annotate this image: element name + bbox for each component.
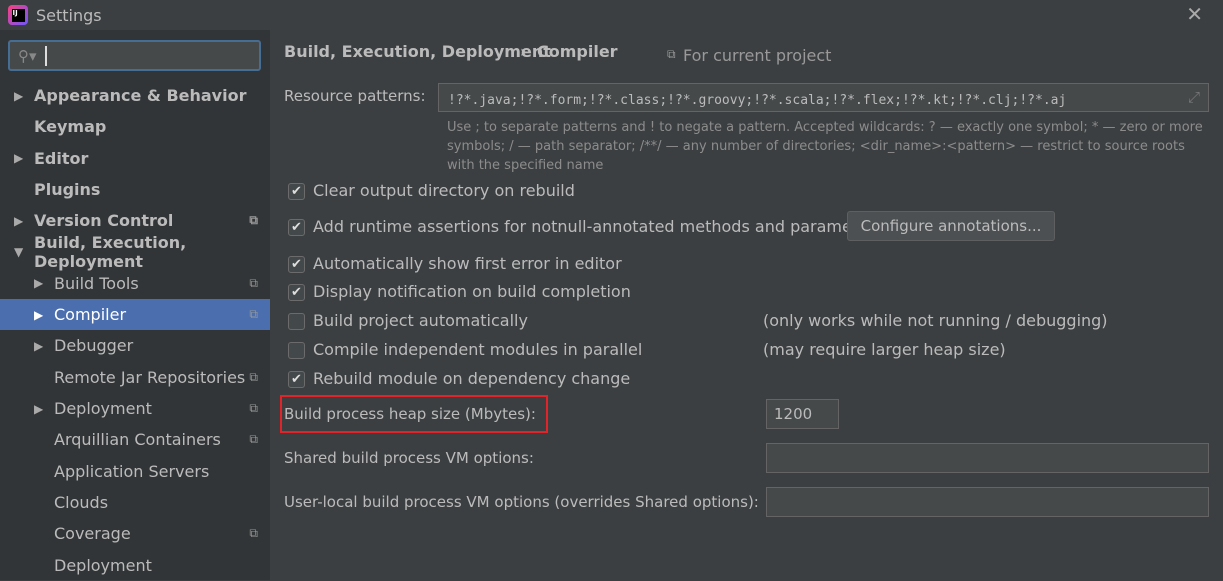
chevron-right-icon[interactable]: ▶: [34, 339, 43, 353]
chevron-down-icon[interactable]: ▼: [14, 245, 23, 259]
chevron-right-icon[interactable]: ▶: [34, 308, 43, 322]
sidebar-item-label: Debugger: [54, 336, 134, 356]
checkbox[interactable]: [288, 313, 305, 330]
sidebar-item[interactable]: Application Servers: [0, 456, 270, 487]
project-scope-icon: ⧉: [249, 432, 258, 447]
sidebar-item-label: Clouds: [54, 492, 109, 512]
resource-patterns-value: !?*.java;!?*.form;!?*.class;!?*.groovy;!…: [448, 93, 1067, 108]
sidebar-item-label: Application Servers: [54, 461, 210, 481]
option-label[interactable]: Add runtime assertions for notnull-annot…: [313, 217, 883, 236]
project-scope-icon: ⧉: [249, 307, 258, 322]
user-vm-input[interactable]: [766, 487, 1209, 517]
resource-patterns-label: Resource patterns:: [284, 87, 426, 105]
chevron-right-icon[interactable]: ▶: [14, 89, 23, 103]
search-input[interactable]: ⚲▾: [8, 40, 261, 71]
chevron-right-icon[interactable]: ▶: [34, 276, 43, 290]
breadcrumb-separator: ›: [520, 42, 527, 61]
sidebar-item-label: Plugins: [34, 179, 101, 199]
sidebar-item[interactable]: ▶ Deployment ⧉: [0, 393, 270, 424]
option-label[interactable]: Display notification on build completion: [313, 282, 631, 301]
intellij-logo-icon: IJ: [8, 5, 28, 25]
sidebar-item[interactable]: Arquillian Containers ⧉: [0, 424, 270, 455]
sidebar-item[interactable]: ▶ Build Tools ⧉: [0, 268, 270, 299]
sidebar-item-label: Arquillian Containers: [54, 430, 221, 450]
checkbox[interactable]: [288, 342, 305, 359]
heap-size-label: Build process heap size (Mbytes):: [284, 405, 536, 423]
sidebar-item-label: Compiler: [54, 305, 127, 325]
checkbox-checked[interactable]: ✔: [288, 183, 305, 200]
project-scope-icon: ⧉: [667, 47, 676, 61]
search-icon: ⚲▾: [18, 46, 37, 65]
sidebar-item[interactable]: Remote Jar Repositories ⧉: [0, 362, 270, 393]
option-label[interactable]: Clear output directory on rebuild: [313, 181, 575, 200]
sidebar-item-label: Deployment: [54, 555, 152, 575]
resource-patterns-input[interactable]: !?*.java;!?*.form;!?*.class;!?*.groovy;!…: [438, 83, 1209, 112]
sidebar-item-label: Version Control: [34, 211, 174, 231]
breadcrumb-parent[interactable]: Build, Execution, Deployment: [284, 42, 551, 61]
sidebar-item[interactable]: ▶ Appearance & Behavior: [0, 80, 270, 111]
chevron-right-icon[interactable]: ▶: [14, 151, 23, 165]
sidebar-item-label: Keymap: [34, 117, 107, 137]
option-label[interactable]: Build project automatically: [313, 311, 528, 330]
option-label[interactable]: Compile independent modules in parallel: [313, 340, 642, 359]
project-scope-icon: ⧉: [249, 401, 258, 415]
project-scope-icon: ⧉: [249, 369, 258, 384]
option-note: (only works while not running / debuggin…: [763, 311, 1108, 330]
user-vm-label: User-local build process VM options (ove…: [284, 493, 759, 511]
window-title: Settings: [36, 5, 102, 25]
sidebar-item-label: Coverage: [54, 524, 131, 544]
sidebar-item[interactable]: ▶ Compiler ⧉: [0, 299, 270, 331]
chevron-right-icon[interactable]: ▶: [14, 214, 23, 228]
sidebar-item-label: Build Tools: [54, 273, 139, 293]
sidebar-item[interactable]: ▼ Build, Execution, Deployment: [0, 233, 270, 271]
sidebar-item-label: Remote Jar Repositories: [54, 367, 246, 387]
sidebar: ⚲▾ ▶ Appearance & Behavior Keymap ▶ Editor Pl…: [0, 30, 270, 580]
project-scope-icon: ⧉: [249, 526, 258, 541]
sidebar-item[interactable]: Keymap: [0, 111, 270, 142]
sidebar-item-label: Deployment: [54, 399, 152, 418]
expand-icon[interactable]: ⤢: [1188, 88, 1200, 106]
option-label[interactable]: Rebuild module on dependency change: [313, 369, 630, 388]
sidebar-item[interactable]: Coverage ⧉: [0, 518, 270, 549]
project-scope-icon: ⧉: [249, 213, 258, 228]
compiler-settings-panel: Build, Execution, Deployment › Compiler …: [270, 30, 1223, 580]
shared-vm-label: Shared build process VM options:: [284, 449, 534, 467]
option-label[interactable]: Automatically show first error in editor: [313, 254, 622, 273]
option-note: (may require larger heap size): [763, 340, 1006, 359]
sidebar-item-label: Build, Execution, Deployment: [34, 233, 187, 271]
breadcrumb-current: Compiler: [537, 42, 618, 61]
title-bar: IJ Settings ✕: [0, 0, 1223, 30]
project-scope-icon: ⧉: [249, 275, 258, 290]
checkbox-checked[interactable]: ✔: [288, 284, 305, 301]
resource-patterns-hint: Use ; to separate patterns and ! to nega…: [447, 120, 1203, 173]
sidebar-item[interactable]: Plugins: [0, 174, 270, 205]
sidebar-item[interactable]: Deployment: [0, 550, 270, 581]
configure-annotations-button[interactable]: Configure annotations...: [847, 211, 1055, 241]
sidebar-item[interactable]: ▶ Version Control ⧉: [0, 205, 270, 236]
shared-vm-input[interactable]: [766, 443, 1209, 473]
sidebar-item-label: Editor: [34, 148, 89, 168]
close-icon[interactable]: ✕: [1186, 2, 1203, 26]
checkbox-checked[interactable]: ✔: [288, 256, 305, 273]
checkbox-checked[interactable]: ✔: [288, 219, 305, 236]
heap-size-value: 1200: [774, 405, 813, 423]
checkbox-checked[interactable]: ✔: [288, 371, 305, 388]
sidebar-item-label: Appearance & Behavior: [34, 86, 247, 105]
chevron-right-icon[interactable]: ▶: [34, 402, 43, 416]
sidebar-item[interactable]: ▶ Debugger: [0, 330, 270, 361]
text-cursor: [44, 45, 47, 66]
scope-label: For current project: [683, 46, 832, 65]
heap-size-input[interactable]: 1200: [766, 399, 839, 429]
sidebar-item[interactable]: ▶ Editor: [0, 143, 270, 174]
sidebar-item[interactable]: Clouds: [0, 487, 270, 518]
